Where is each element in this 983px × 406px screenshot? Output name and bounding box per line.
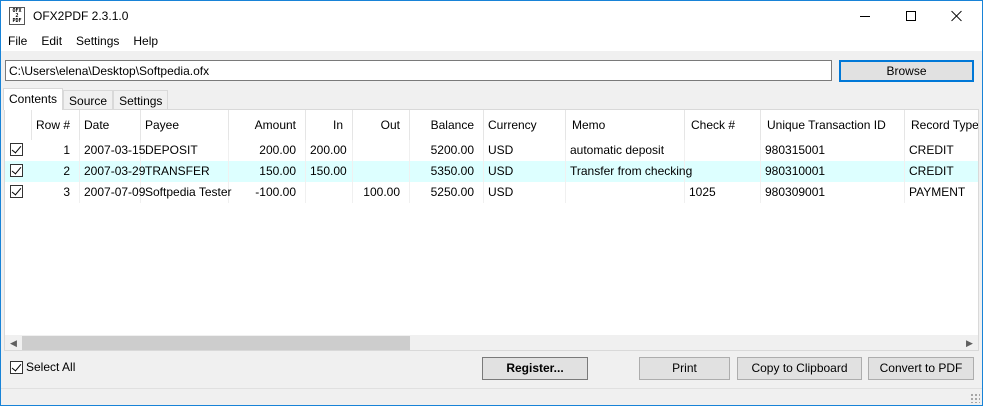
maximize-button[interactable] bbox=[888, 1, 934, 31]
cell-transaction-id: 980315001 bbox=[761, 140, 905, 161]
cell-currency: USD bbox=[484, 140, 566, 161]
cell-memo: Transfer from checking bbox=[566, 161, 692, 182]
cell-in: 200.00 bbox=[306, 140, 353, 161]
horizontal-scrollbar[interactable]: ◀ ▶ bbox=[5, 335, 978, 350]
resize-grip-icon[interactable] bbox=[970, 393, 980, 403]
select-all-label: Select All bbox=[26, 360, 76, 374]
table-row[interactable]: 3 2007-07-09 Softpedia Tester -100.00 10… bbox=[5, 182, 978, 203]
cell-out: 100.00 bbox=[353, 182, 410, 203]
column-header-record-type[interactable]: Record Type bbox=[905, 110, 978, 140]
cell-transaction-id: 980310001 bbox=[761, 161, 905, 182]
tab-contents[interactable]: Contents bbox=[3, 88, 64, 110]
cell-currency: USD bbox=[484, 182, 566, 203]
cell-memo bbox=[566, 182, 685, 203]
row-checkbox[interactable] bbox=[10, 143, 23, 156]
app-icon: OFX 2 PDF bbox=[9, 7, 25, 25]
status-bar bbox=[1, 388, 982, 405]
row-checkbox[interactable] bbox=[10, 185, 23, 198]
column-header-in[interactable]: In bbox=[306, 110, 353, 140]
cell-row-number: 2 bbox=[32, 161, 80, 182]
menu-edit[interactable]: Edit bbox=[34, 31, 69, 51]
convert-to-pdf-button[interactable]: Convert to PDF bbox=[868, 357, 974, 380]
cell-payee: TRANSFER bbox=[141, 161, 229, 182]
cell-record-type: PAYMENT bbox=[909, 185, 966, 199]
column-header-memo[interactable]: Memo bbox=[566, 110, 685, 140]
close-icon bbox=[951, 10, 963, 22]
print-button[interactable]: Print bbox=[639, 357, 730, 380]
cell-transaction-id: 980309001 bbox=[761, 182, 905, 203]
scroll-left-icon[interactable]: ◀ bbox=[5, 335, 22, 350]
cell-check-number: 1025 bbox=[685, 182, 761, 203]
cell-amount: 200.00 bbox=[229, 140, 306, 161]
tab-strip: Contents Source Settings bbox=[3, 88, 169, 110]
maximize-icon bbox=[906, 11, 916, 21]
column-header-amount[interactable]: Amount bbox=[229, 110, 306, 140]
minimize-button[interactable] bbox=[842, 1, 888, 31]
select-all-checkbox[interactable]: Select All bbox=[10, 360, 75, 374]
column-header-balance[interactable]: Balance bbox=[410, 110, 484, 140]
table-header: Row # Date Payee Amount In Out Balance C… bbox=[5, 110, 978, 140]
cell-record-type: CREDIT bbox=[909, 143, 954, 157]
cell-memo: automatic deposit bbox=[566, 140, 685, 161]
menu-help[interactable]: Help bbox=[126, 31, 165, 51]
register-button[interactable]: Register... bbox=[482, 357, 588, 380]
table-row[interactable]: 1 2007-03-15 DEPOSIT 200.00 200.00 5200.… bbox=[5, 140, 978, 161]
cell-payee: DEPOSIT bbox=[141, 140, 229, 161]
minimize-icon bbox=[860, 15, 870, 17]
app-window: OFX 2 PDF OFX2PDF 2.3.1.0 File Edit Settin… bbox=[0, 0, 983, 406]
row-checkbox[interactable] bbox=[10, 164, 23, 177]
column-header-transaction-id[interactable]: Unique Transaction ID bbox=[761, 110, 905, 140]
scroll-right-icon[interactable]: ▶ bbox=[961, 335, 978, 350]
cell-amount: 150.00 bbox=[229, 161, 306, 182]
copy-to-clipboard-button[interactable]: Copy to Clipboard bbox=[737, 357, 862, 380]
cell-date: 2007-03-15 bbox=[80, 140, 145, 161]
cell-date: 2007-03-29 bbox=[80, 161, 145, 182]
column-header-check[interactable]: Check # bbox=[685, 110, 761, 140]
cell-amount: -100.00 bbox=[229, 182, 306, 203]
menu-file[interactable]: File bbox=[1, 31, 34, 51]
tab-settings[interactable]: Settings bbox=[113, 90, 169, 110]
table-row-selected[interactable]: 2 2007-03-29 TRANSFER 150.00 150.00 5350… bbox=[5, 161, 978, 182]
transactions-table: Row # Date Payee Amount In Out Balance C… bbox=[4, 109, 979, 351]
column-header-currency[interactable]: Currency bbox=[484, 110, 566, 140]
column-header-out[interactable]: Out bbox=[353, 110, 410, 140]
cell-row-number: 3 bbox=[32, 182, 80, 203]
menu-settings[interactable]: Settings bbox=[69, 31, 126, 51]
cell-balance: 5350.00 bbox=[410, 161, 484, 182]
cell-record-type: CREDIT bbox=[909, 164, 954, 178]
cell-payee: Softpedia Tester bbox=[141, 182, 232, 203]
cell-in bbox=[306, 182, 353, 203]
title-bar[interactable]: OFX 2 PDF OFX2PDF 2.3.1.0 bbox=[1, 1, 982, 31]
column-header-checkbox[interactable] bbox=[5, 110, 32, 140]
cell-check-number bbox=[685, 161, 761, 182]
tab-source[interactable]: Source bbox=[63, 90, 114, 110]
menu-bar: File Edit Settings Help bbox=[1, 31, 982, 51]
cell-check-number bbox=[685, 140, 761, 161]
browse-button[interactable]: Browse bbox=[839, 60, 974, 82]
scrollbar-thumb[interactable] bbox=[22, 336, 410, 350]
cell-balance: 5200.00 bbox=[410, 140, 484, 161]
cell-balance: 5250.00 bbox=[410, 182, 484, 203]
cell-row-number: 1 bbox=[32, 140, 80, 161]
column-header-payee[interactable]: Payee bbox=[141, 110, 229, 140]
cell-date: 2007-07-09 bbox=[80, 182, 145, 203]
window-title: OFX2PDF 2.3.1.0 bbox=[33, 9, 129, 23]
checkbox-checked-icon[interactable] bbox=[10, 360, 23, 374]
column-header-row[interactable]: Row # bbox=[32, 110, 80, 140]
cell-out bbox=[353, 161, 410, 182]
cell-in: 150.00 bbox=[306, 161, 353, 182]
cell-out bbox=[353, 140, 410, 161]
close-button[interactable] bbox=[934, 1, 980, 31]
file-path-input[interactable]: C:\Users\elena\Desktop\Softpedia.ofx bbox=[5, 60, 832, 81]
column-header-date[interactable]: Date bbox=[80, 110, 141, 140]
cell-currency: USD bbox=[484, 161, 566, 182]
